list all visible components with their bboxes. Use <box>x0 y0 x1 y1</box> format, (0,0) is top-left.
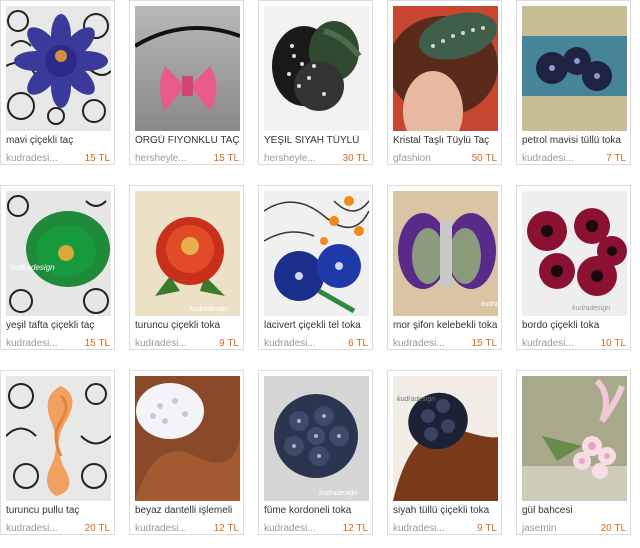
smoke-cord-clip-photo <box>264 376 369 501</box>
product-image[interactable] <box>522 6 627 131</box>
price: 9 TL <box>477 523 497 534</box>
price: 12 TL <box>342 523 368 534</box>
seller-name[interactable]: kudradesi... <box>522 153 574 164</box>
seller-name[interactable]: hersheyle... <box>135 153 187 164</box>
green-black-feather-photo <box>264 6 369 131</box>
white-lace-clip-photo <box>135 376 240 501</box>
orange-sequin-crown-photo <box>6 376 111 501</box>
price: 12 TL <box>213 523 239 534</box>
product-card[interactable]: beyaz dantelli işlemeli kudradesi... 12 … <box>129 370 244 535</box>
price: 15 TL <box>213 153 239 164</box>
seller-name[interactable]: hersheyle... <box>264 153 316 164</box>
watermark: kudradesign <box>397 396 436 403</box>
product-card[interactable]: kudradesign mor şifon kelebekli toka kud… <box>387 185 502 350</box>
product-card[interactable]: lacivert çiçekli tel toka kudradesi... 6… <box>258 185 373 350</box>
price: 50 TL <box>471 153 497 164</box>
product-image[interactable]: kudradesign <box>6 191 111 316</box>
price: 6 TL <box>348 338 368 349</box>
seller-name[interactable]: kudradesi... <box>264 523 316 534</box>
product-title[interactable]: bordo çiçekli toka <box>522 320 630 331</box>
price: 7 TL <box>606 153 626 164</box>
teal-tulle-clip-photo <box>522 6 627 131</box>
price: 15 TL <box>471 338 497 349</box>
product-card[interactable]: mavi çiçekli taç kudradesi... 15 TL <box>0 0 115 165</box>
product-image[interactable] <box>6 6 111 131</box>
product-card[interactable]: kudradesign bordo çiçekli toka kudradesi… <box>516 185 631 350</box>
product-title[interactable]: mavi çiçekli taç <box>6 135 114 146</box>
product-image[interactable]: kudradesign <box>522 191 627 316</box>
product-title[interactable]: ÖRGÜ FİYONKLU TAÇ <box>135 135 243 146</box>
product-image[interactable] <box>135 376 240 501</box>
product-title[interactable]: turuncu çiçekli toka <box>135 320 243 331</box>
product-card[interactable]: turuncu pullu taç kudradesi... 20 TL <box>0 370 115 535</box>
product-card[interactable]: ÖRGÜ FİYONKLU TAÇ hersheyle... 15 TL <box>129 0 244 165</box>
product-title[interactable]: siyah tüllü çiçekli toka <box>393 505 501 516</box>
product-card[interactable]: Kristal Taşlı Tüylü Taç gfashion 50 TL <box>387 0 502 165</box>
product-title[interactable]: petrol mavisi tüllü toka <box>522 135 630 146</box>
product-image[interactable]: kudradesign <box>264 376 369 501</box>
product-card[interactable]: kudradesign füme kordoneli toka kudrades… <box>258 370 373 535</box>
watermark: kudradesign <box>11 263 55 272</box>
seller-name[interactable]: kudradesi... <box>135 338 187 349</box>
burgundy-flowers-photo <box>522 191 627 316</box>
product-card[interactable]: kudradesign yeşil tafta çiçekli taç kudr… <box>0 185 115 350</box>
product-title[interactable]: lacivert çiçekli tel toka <box>264 320 372 331</box>
product-image[interactable] <box>522 376 627 501</box>
seller-name[interactable]: kudradesi... <box>264 338 316 349</box>
seller-name[interactable]: kudradesi... <box>393 523 445 534</box>
product-image[interactable] <box>264 6 369 131</box>
product-image[interactable]: kudradesign <box>393 191 498 316</box>
price: 20 TL <box>84 523 110 534</box>
product-title[interactable]: turuncu pullu taç <box>6 505 114 516</box>
price: 10 TL <box>600 338 626 349</box>
rose-garden-fascinator-photo <box>522 376 627 501</box>
product-card[interactable]: kudradesign siyah tüllü çiçekli toka kud… <box>387 370 502 535</box>
green-taffeta-flower-photo <box>6 191 111 316</box>
watermark: kudradesign <box>572 305 611 312</box>
blue-flower-crown-photo <box>6 6 111 131</box>
seller-name[interactable]: kudradesi... <box>6 338 58 349</box>
purple-chiffon-butterfly-photo <box>393 191 498 316</box>
black-tulle-flower-photo <box>393 376 498 501</box>
product-image[interactable] <box>135 6 240 131</box>
watermark: kudradesign <box>190 306 229 313</box>
product-title[interactable]: mor şifon kelebekli toka <box>393 320 501 331</box>
crystal-feather-headpiece-photo <box>393 6 498 131</box>
product-title[interactable]: yeşil tafta çiçekli taç <box>6 320 114 331</box>
price: 9 TL <box>219 338 239 349</box>
navy-flower-wire-clip-photo <box>264 191 369 316</box>
price: 15 TL <box>84 153 110 164</box>
product-image[interactable]: kudradesign <box>135 191 240 316</box>
product-image[interactable] <box>393 6 498 131</box>
watermark: kudradesign <box>481 301 498 308</box>
seller-name[interactable]: kudradesi... <box>522 338 574 349</box>
product-title[interactable]: YEŞİL SİYAH TÜYLÜ <box>264 135 372 146</box>
price: 20 TL <box>600 523 626 534</box>
product-card[interactable]: petrol mavisi tüllü toka kudradesi... 7 … <box>516 0 631 165</box>
seller-name[interactable]: kudradesi... <box>6 523 58 534</box>
seller-name[interactable]: gfashion <box>393 153 431 164</box>
product-title[interactable]: Kristal Taşlı Tüylü Taç <box>393 135 501 146</box>
pink-knit-bow-headband-photo <box>135 6 240 131</box>
product-card[interactable]: kudradesign turuncu çiçekli toka kudrade… <box>129 185 244 350</box>
seller-name[interactable]: kudradesi... <box>6 153 58 164</box>
product-image[interactable]: kudradesign <box>393 376 498 501</box>
seller-name[interactable]: kudradesi... <box>135 523 187 534</box>
watermark: kudradesign <box>319 490 358 497</box>
product-image[interactable] <box>6 376 111 501</box>
product-title[interactable]: füme kordoneli toka <box>264 505 372 516</box>
product-card[interactable]: YEŞİL SİYAH TÜYLÜ hersheyle... 30 TL <box>258 0 373 165</box>
product-title[interactable]: gül bahcesi <box>522 505 630 516</box>
product-card[interactable]: gül bahcesi jasemin 20 TL <box>516 370 631 535</box>
orange-flower-clip-photo <box>135 191 240 316</box>
seller-name[interactable]: jasemin <box>522 523 556 534</box>
price: 15 TL <box>84 338 110 349</box>
product-image[interactable] <box>264 191 369 316</box>
seller-name[interactable]: kudradesi... <box>393 338 445 349</box>
price: 30 TL <box>342 153 368 164</box>
product-title[interactable]: beyaz dantelli işlemeli <box>135 505 243 516</box>
